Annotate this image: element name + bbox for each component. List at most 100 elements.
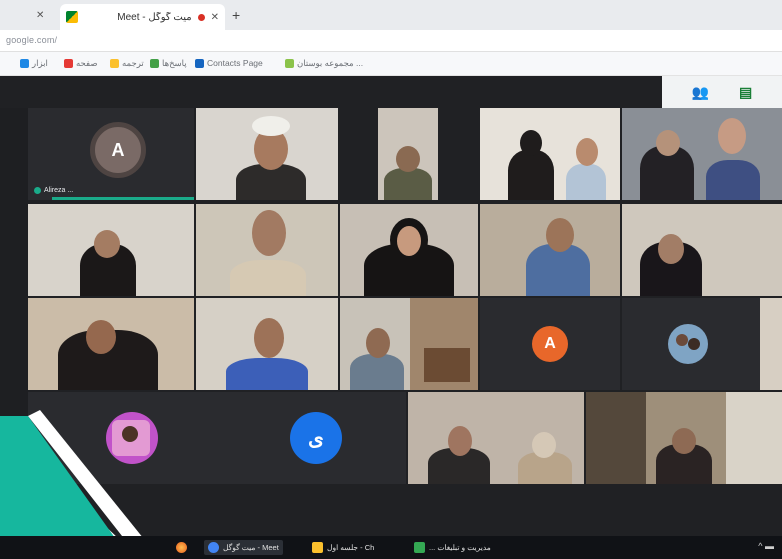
- person-head: [397, 226, 421, 256]
- participant-tile[interactable]: [28, 204, 194, 296]
- participant-tile[interactable]: [622, 204, 782, 296]
- screen: ✕ میت گوگل - Meet ✕ + google.com/ ابزار …: [0, 0, 782, 559]
- bookmark-icon: [150, 59, 159, 68]
- new-tab-button[interactable]: +: [232, 7, 240, 23]
- person-head: [94, 230, 120, 258]
- participant-name-tag: Alireza ...: [34, 187, 73, 194]
- participant-tile[interactable]: [480, 204, 620, 296]
- person-head: [86, 320, 116, 354]
- close-icon[interactable]: ✕: [36, 10, 44, 21]
- firefox-icon: [176, 542, 187, 553]
- person-head: [396, 146, 420, 172]
- person-head: [576, 138, 598, 166]
- taskbar-firefox[interactable]: [176, 540, 187, 555]
- avatar: [668, 324, 708, 364]
- app-icon: [414, 542, 425, 553]
- taskbar-label: میت گوگل - Meet: [223, 543, 279, 552]
- person-head: [366, 328, 390, 358]
- people-icon[interactable]: 👥: [692, 84, 709, 101]
- person-head: [520, 130, 542, 156]
- bookmark-icon: [64, 59, 73, 68]
- bookmark-icon: [110, 59, 119, 68]
- decorative-corner: [0, 410, 160, 559]
- bookmark-label: صفحه: [76, 58, 98, 68]
- avatar-initial: A: [544, 335, 556, 352]
- avatar: ی: [290, 412, 342, 464]
- person-body: [230, 260, 306, 296]
- person-head: [252, 210, 286, 256]
- participant-tile[interactable]: [196, 108, 338, 200]
- person-head: [546, 218, 574, 252]
- url-text[interactable]: google.com/: [6, 35, 57, 45]
- person-body: [566, 164, 606, 200]
- person-head: [254, 318, 284, 358]
- participant-tile[interactable]: [622, 108, 782, 200]
- participant-tile[interactable]: A: [480, 298, 620, 390]
- taskbar-item[interactable]: جلسه اول - Ch: [312, 540, 374, 555]
- bookmark-item[interactable]: Contacts Page: [195, 58, 263, 68]
- bookmark-label: ابزار: [32, 58, 48, 68]
- video-feed: [760, 298, 782, 390]
- speaking-indicator: [52, 197, 194, 200]
- mic-icon: [34, 187, 41, 194]
- chat-icon[interactable]: ▤: [739, 84, 752, 101]
- video-feed: [726, 392, 782, 484]
- person-head: [532, 432, 556, 458]
- participant-tile[interactable]: [480, 108, 620, 200]
- person-body: [706, 160, 760, 200]
- person-body: [226, 358, 308, 390]
- bookmark-label: پاسخ‌ها: [162, 58, 187, 68]
- bookmark-item[interactable]: ابزار: [20, 58, 48, 69]
- bookmark-item[interactable]: صفحه: [64, 58, 98, 69]
- system-tray[interactable]: ^ ▬: [758, 541, 774, 551]
- tab-strip: ✕ میت گوگل - Meet ✕ +: [0, 0, 782, 30]
- bookmark-label: مجموعه بوستان ...: [297, 58, 364, 68]
- avatar-photo: [688, 338, 700, 350]
- participant-tile[interactable]: [408, 392, 584, 484]
- person-head: [448, 426, 472, 456]
- taskbar-item[interactable]: ... مدیریت و تبلیغات: [414, 540, 491, 555]
- participant-name: Alireza ...: [44, 187, 74, 194]
- address-bar[interactable]: google.com/: [0, 30, 782, 52]
- participant-tile[interactable]: [340, 108, 478, 200]
- bookmark-icon: [285, 59, 294, 68]
- recording-dot-icon: [197, 13, 205, 21]
- tab-title: میت گوگل - Meet: [117, 11, 192, 23]
- avatar-initial: A: [111, 139, 125, 160]
- taskbar-label: ... مدیریت و تبلیغات: [429, 543, 491, 552]
- tab-close-icon[interactable]: ✕: [211, 12, 219, 23]
- bookmark-item[interactable]: مجموعه بوستان ...: [285, 58, 363, 69]
- avatar-initial: ی: [308, 427, 324, 450]
- participant-tile[interactable]: [586, 392, 782, 484]
- person-body: [384, 168, 432, 200]
- bookmark-item[interactable]: پاسخ‌ها: [150, 58, 187, 69]
- bookmark-icon: [195, 58, 204, 68]
- bookmark-label: Contacts Page: [207, 58, 263, 68]
- participant-tile[interactable]: [196, 298, 338, 390]
- participant-tile[interactable]: [622, 298, 782, 390]
- participant-tile[interactable]: [340, 298, 478, 390]
- tab-meet[interactable]: میت گوگل - Meet ✕: [60, 4, 225, 30]
- person-head: [656, 130, 680, 156]
- video-feed: [586, 392, 646, 484]
- bookmark-label: ترجمه: [122, 58, 144, 68]
- folder-icon: [312, 542, 323, 553]
- taskbar-item[interactable]: میت گوگل - Meet: [204, 540, 283, 555]
- bookmark-item[interactable]: ترجمه: [110, 58, 144, 69]
- person-head: [672, 428, 696, 454]
- meet-controls-right: 👥 ▤: [662, 76, 782, 108]
- meet-favicon-icon: [66, 11, 78, 23]
- participant-tile[interactable]: [196, 204, 338, 296]
- taskbar-label: جلسه اول - Ch: [327, 543, 375, 552]
- bookmark-icon: [20, 59, 29, 68]
- video-feed: [424, 348, 470, 382]
- avatar: A: [90, 122, 146, 178]
- participant-tile[interactable]: A Alireza ...: [28, 108, 194, 200]
- bookmarks-bar: ابزار صفحه ترجمه پاسخ‌ها Contacts Page م…: [0, 52, 782, 76]
- participant-tile[interactable]: [28, 298, 194, 390]
- participant-tile[interactable]: [340, 204, 478, 296]
- chrome-icon: [208, 542, 219, 553]
- turban: [252, 116, 290, 136]
- person-head: [658, 234, 684, 264]
- person-body: [350, 354, 404, 390]
